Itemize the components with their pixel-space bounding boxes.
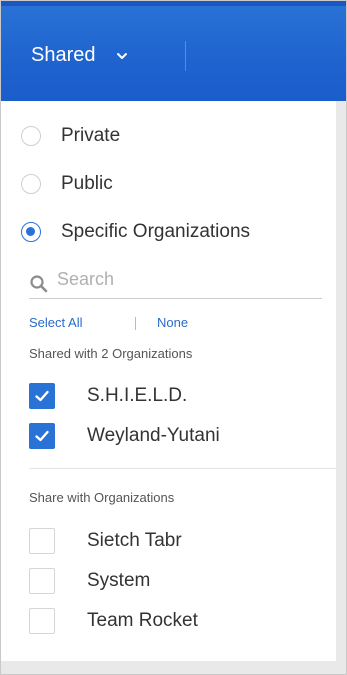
search-icon (29, 274, 49, 294)
bottom-gutter (1, 661, 346, 674)
org-row-team-rocket[interactable]: Team Rocket (29, 608, 198, 634)
radio-option-specific-organizations[interactable]: Specific Organizations (21, 221, 250, 243)
select-all-link[interactable]: Select All (29, 315, 82, 330)
specific-organizations-radio[interactable] (21, 222, 41, 242)
team-rocket-checkbox[interactable] (29, 608, 55, 634)
shared-section-heading: Shared with 2 Organizations (29, 346, 193, 361)
checkmark-icon (35, 430, 49, 442)
header-bar: Shared (1, 1, 346, 101)
available-section-heading: Share with Organizations (29, 490, 175, 505)
org-row-weyland-yutani[interactable]: Weyland-Yutani (29, 423, 220, 449)
radio-option-private[interactable]: Private (21, 125, 120, 147)
search-input[interactable] (55, 264, 319, 294)
header-top-edge (1, 1, 346, 6)
system-label: System (87, 570, 151, 591)
private-radio[interactable] (21, 126, 41, 146)
private-radio-label: Private (61, 125, 121, 146)
link-separator (135, 317, 136, 330)
weyland-yutani-label: Weyland-Yutani (87, 425, 220, 446)
radio-option-public[interactable]: Public (21, 173, 113, 195)
org-row-system[interactable]: System (29, 568, 150, 594)
shield-label: S.H.I.E.L.D. (87, 385, 188, 406)
org-row-shield[interactable]: S.H.I.E.L.D. (29, 383, 187, 409)
team-rocket-label: Team Rocket (87, 610, 198, 631)
checkmark-icon (35, 390, 49, 402)
public-radio-label: Public (61, 173, 113, 194)
specific-organizations-radio-label: Specific Organizations (61, 221, 251, 242)
shared-dropdown-button[interactable]: Shared (31, 37, 130, 73)
sietch-tabr-checkbox[interactable] (29, 528, 55, 554)
system-checkbox[interactable] (29, 568, 55, 594)
sietch-tabr-label: Sietch Tabr (87, 530, 182, 551)
organization-search (29, 256, 322, 299)
org-row-sietch-tabr[interactable]: Sietch Tabr (29, 528, 182, 554)
shield-checkbox[interactable] (29, 383, 55, 409)
share-panel-window: Shared Private Public Specific Organizat… (0, 0, 347, 675)
header-divider (185, 41, 186, 71)
shared-dropdown-label: Shared (31, 43, 96, 66)
section-divider (29, 468, 336, 469)
weyland-yutani-checkbox[interactable] (29, 423, 55, 449)
public-radio[interactable] (21, 174, 41, 194)
right-gutter (336, 101, 346, 674)
chevron-down-icon (114, 47, 130, 63)
select-none-link[interactable]: None (157, 315, 188, 330)
